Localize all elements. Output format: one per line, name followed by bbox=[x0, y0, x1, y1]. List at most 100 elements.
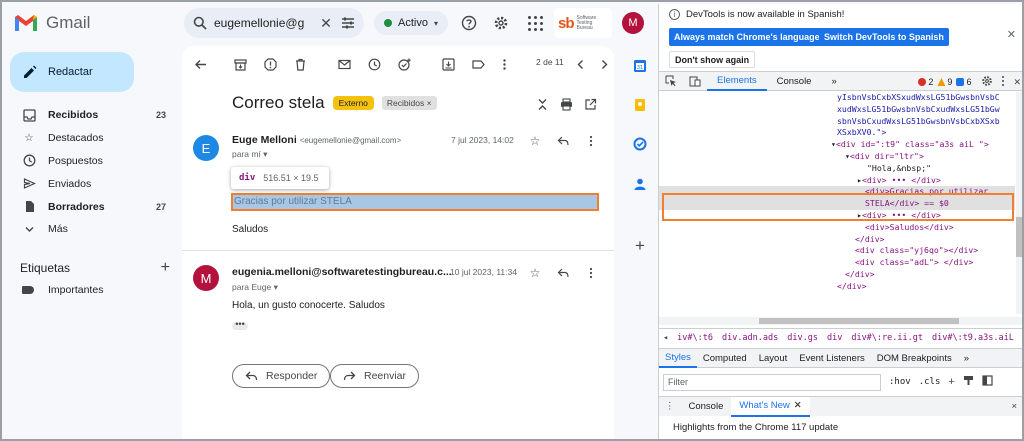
breadcrumb-item[interactable]: iv#\:t6 bbox=[677, 333, 713, 343]
sidebar-item-starred[interactable]: ☆ Destacados bbox=[4, 127, 180, 150]
breadcrumb-item[interactable]: div#\:re.ii.gt bbox=[851, 333, 923, 343]
gear-icon[interactable] bbox=[981, 75, 993, 89]
new-style-rule-button[interactable]: + bbox=[948, 376, 954, 388]
sidebar-toggle-icon[interactable] bbox=[982, 375, 993, 389]
keep-icon[interactable] bbox=[632, 97, 648, 113]
breadcrumb-item[interactable]: div#\:t9.a3s.aiL bbox=[932, 333, 1014, 343]
forward-button[interactable]: Reenviar bbox=[330, 364, 420, 388]
report-spam-icon[interactable] bbox=[262, 56, 278, 72]
add-label-button[interactable]: + bbox=[161, 259, 170, 277]
dom-node[interactable]: XSxbXV0."> bbox=[659, 127, 1015, 139]
breadcrumb-item[interactable]: div bbox=[827, 333, 842, 343]
more-vertical-icon[interactable]: ⋮ bbox=[659, 397, 681, 417]
chevron-left-icon[interactable]: ◂ bbox=[663, 333, 668, 343]
clear-search-icon[interactable]: ✕ bbox=[318, 15, 334, 31]
recipient-toggle[interactable]: para Euge ▾ bbox=[232, 282, 278, 293]
issue-badges[interactable]: 2 9 6 ✕ bbox=[918, 72, 1021, 92]
trash-icon[interactable] bbox=[292, 56, 308, 72]
reply-icon[interactable] bbox=[556, 134, 570, 148]
sidebar-item-sent[interactable]: Enviados bbox=[4, 172, 180, 195]
sender-avatar[interactable]: M bbox=[193, 265, 219, 291]
dom-node[interactable]: </div> bbox=[659, 234, 1015, 246]
dom-node[interactable]: ▾<div id=":t9" class="a3s aiL "> bbox=[659, 139, 1015, 151]
tab-console[interactable]: Console bbox=[767, 71, 822, 91]
account-avatar[interactable]: M bbox=[622, 12, 644, 34]
match-language-button[interactable]: Always match Chrome's language bbox=[669, 28, 825, 46]
label-as-icon[interactable] bbox=[470, 56, 486, 72]
tab-whats-new[interactable]: What's New ✕ bbox=[731, 396, 810, 417]
close-devtools-icon[interactable]: ✕ bbox=[1013, 77, 1021, 88]
dom-node[interactable]: <div class="yj6qo"></div> bbox=[659, 245, 1015, 257]
open-new-window-icon[interactable] bbox=[582, 96, 598, 112]
more-vertical-icon[interactable] bbox=[584, 266, 598, 280]
scrollbar-thumb[interactable] bbox=[759, 318, 959, 324]
class-toggle[interactable]: .cls bbox=[919, 377, 941, 387]
dom-node[interactable]: yIsbnVsbCxbXSxudWxsLG51bGwsbnVsbC bbox=[659, 92, 1015, 104]
dom-scrollbar-vertical[interactable] bbox=[1016, 92, 1022, 314]
gmail-logo[interactable]: Gmail bbox=[14, 13, 90, 33]
search-bar[interactable]: eugemellonie@g ✕ bbox=[184, 8, 364, 38]
add-task-icon[interactable] bbox=[396, 56, 412, 72]
switch-spanish-button[interactable]: Switch DevTools to Spanish bbox=[819, 28, 949, 46]
tab-drawer-console[interactable]: Console bbox=[681, 397, 732, 417]
contacts-icon[interactable] bbox=[632, 176, 648, 192]
chevron-right-icon[interactable] bbox=[596, 56, 612, 72]
recipient-toggle[interactable]: para mí ▾ bbox=[232, 149, 267, 160]
archive-icon[interactable] bbox=[232, 56, 248, 72]
tasks-icon[interactable] bbox=[632, 136, 648, 152]
sidebar-item-snoozed[interactable]: Pospuestos bbox=[4, 150, 180, 173]
search-options-icon[interactable] bbox=[340, 15, 356, 31]
close-tab-icon[interactable]: ✕ bbox=[794, 400, 802, 411]
tab-event-listeners[interactable]: Event Listeners bbox=[793, 348, 870, 368]
back-arrow-icon[interactable] bbox=[192, 56, 208, 72]
sidebar-item-drafts[interactable]: Borradores 27 bbox=[4, 195, 180, 218]
sidebar-item-inbox[interactable]: Recibidos 23 bbox=[4, 104, 180, 127]
search-input[interactable]: eugemellonie@g bbox=[214, 16, 312, 30]
sender-avatar[interactable]: E bbox=[193, 135, 219, 161]
search-icon[interactable] bbox=[192, 15, 208, 31]
scrollbar-thumb[interactable] bbox=[1016, 217, 1022, 257]
tab-dom-breakpoints[interactable]: DOM Breakpoints bbox=[871, 348, 958, 368]
dom-node[interactable]: "Hola,&nbsp;" bbox=[659, 163, 1015, 175]
inbox-label-chip[interactable]: Recibidos × bbox=[381, 96, 437, 110]
dom-node[interactable]: ▾<div dir="ltr"> bbox=[659, 151, 1015, 163]
sender-name[interactable]: eugenia.melloni@softwaretestingbureau.c.… bbox=[232, 266, 452, 278]
dom-node[interactable]: <div>Saludos</div> bbox=[659, 222, 1015, 234]
gear-icon[interactable] bbox=[492, 14, 510, 32]
star-icon[interactable]: ☆ bbox=[528, 266, 542, 280]
star-icon[interactable]: ☆ bbox=[528, 134, 542, 148]
snooze-icon[interactable] bbox=[366, 56, 382, 72]
reply-icon[interactable] bbox=[556, 266, 570, 280]
more-vertical-icon[interactable] bbox=[1001, 75, 1005, 89]
more-vertical-icon[interactable] bbox=[496, 56, 512, 72]
breadcrumb-item[interactable]: div.gs bbox=[787, 333, 818, 343]
show-trimmed-content-button[interactable]: ••• bbox=[232, 320, 248, 330]
more-vertical-icon[interactable] bbox=[584, 134, 598, 148]
sidebar-item-more[interactable]: Más bbox=[4, 218, 180, 241]
dom-node[interactable]: ▸<div> ••• </div> bbox=[659, 175, 1015, 187]
hover-state-toggle[interactable]: :hov bbox=[889, 377, 911, 387]
paint-icon[interactable] bbox=[963, 375, 974, 389]
close-drawer-button[interactable]: × bbox=[1011, 401, 1017, 412]
dom-scrollbar-horizontal[interactable] bbox=[659, 317, 1022, 325]
tab-layout[interactable]: Layout bbox=[753, 348, 794, 368]
dom-node[interactable]: </div> bbox=[659, 269, 1015, 281]
label-item-important[interactable]: Importantes bbox=[22, 284, 103, 296]
tab-elements[interactable]: Elements bbox=[707, 71, 767, 91]
tab-computed[interactable]: Computed bbox=[697, 348, 753, 368]
inspect-element-icon[interactable] bbox=[659, 71, 683, 91]
dom-node[interactable]: sbnVsbCxudWxsLG51bGwsbnVsbCxbXSxb bbox=[659, 116, 1015, 128]
more-tabs-button[interactable]: » bbox=[821, 71, 846, 91]
chevron-left-icon[interactable] bbox=[572, 56, 588, 72]
tab-styles[interactable]: Styles bbox=[659, 348, 697, 368]
close-icon[interactable]: ✕ bbox=[1007, 28, 1016, 41]
dont-show-again-button[interactable]: Don't show again bbox=[669, 51, 756, 68]
apps-grid-icon[interactable] bbox=[526, 14, 544, 32]
print-icon[interactable] bbox=[558, 96, 574, 112]
add-addon-icon[interactable]: + bbox=[632, 236, 648, 255]
sender-name[interactable]: Euge Melloni <eugemellonie@gmail.com> bbox=[232, 134, 401, 146]
dom-node[interactable]: </div> bbox=[659, 281, 1015, 293]
mark-unread-icon[interactable] bbox=[336, 56, 352, 72]
styles-filter-input[interactable]: Filter bbox=[663, 373, 881, 391]
dom-node[interactable]: xudWxsLG51bGwsbnVsbCxudWxsLG51bGw bbox=[659, 104, 1015, 116]
